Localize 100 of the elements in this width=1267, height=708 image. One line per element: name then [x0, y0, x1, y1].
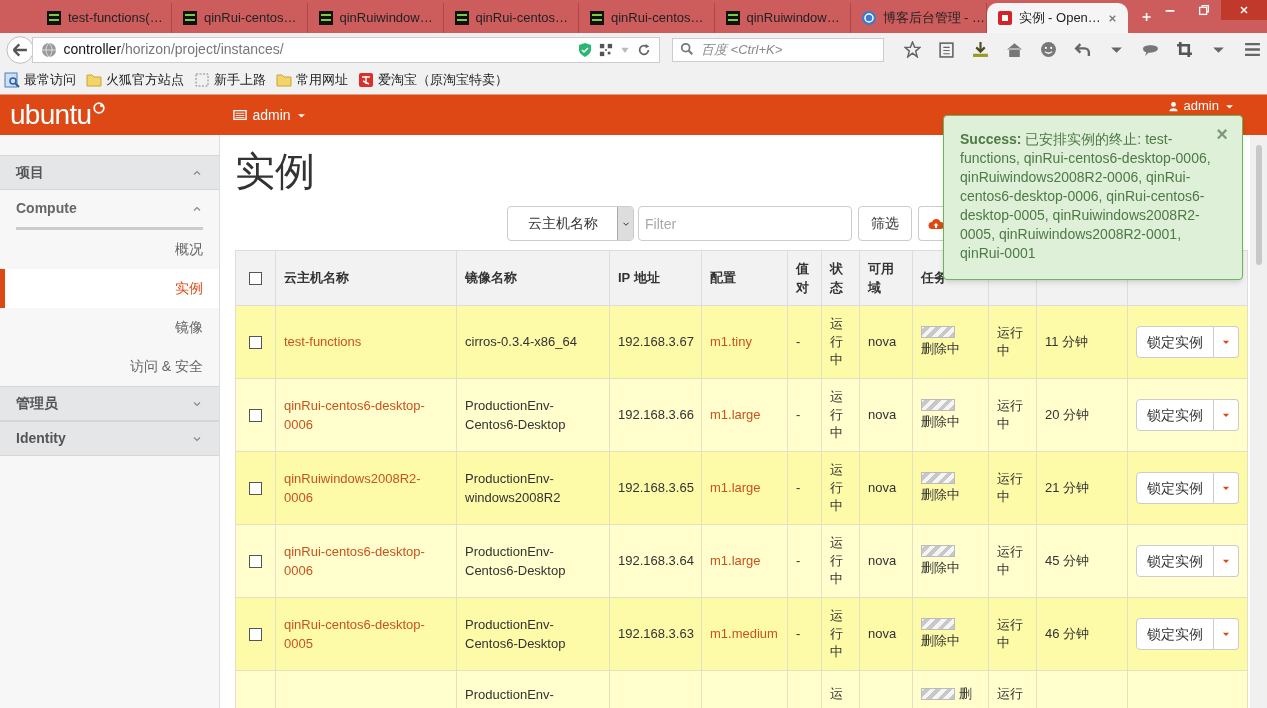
checkbox[interactable] — [249, 271, 262, 285]
status-text: 运行中 — [830, 387, 843, 443]
table-cell-text: - — [796, 406, 802, 425]
table-icon — [233, 108, 248, 122]
bookmark-item[interactable]: 火狐官方站点 — [86, 70, 184, 90]
sidebar-section[interactable]: 项目 — [0, 155, 219, 190]
checkbox[interactable] — [249, 481, 262, 495]
column-header: 云主机名称 — [275, 250, 457, 306]
terminal-icon — [453, 10, 470, 26]
bookmark-item[interactable]: 常用网址 — [276, 70, 348, 90]
menu-icon[interactable] — [1244, 41, 1261, 58]
table-cell-text: 45 分钟 — [1045, 552, 1091, 571]
bookmark-item[interactable]: 新手上路 — [194, 70, 266, 90]
globe-icon — [41, 41, 58, 58]
status-text: 运行中 — [830, 460, 843, 516]
status-text: 运 — [830, 685, 843, 703]
column-header: 可用域 — [859, 250, 913, 306]
bookmark-item[interactable]: 爱淘宝（原淘宝特卖） — [358, 70, 508, 90]
circle-logo-icon — [92, 101, 107, 115]
table-cell-text: 11 分钟 — [1045, 333, 1090, 352]
lock-instance-button[interactable]: 锁定实例 — [1136, 399, 1214, 431]
filter-select[interactable]: 云主机名称 — [507, 206, 634, 241]
table-cell-text: - — [796, 333, 802, 352]
table-cell-text: nova — [868, 406, 898, 425]
task-text: 删除中 — [921, 485, 960, 504]
qr-code-icon[interactable] — [599, 42, 613, 57]
table-cell-text: ProductionEnv- — [465, 686, 555, 704]
clipboard-icon[interactable] — [938, 41, 955, 58]
crop-icon[interactable] — [1176, 41, 1193, 58]
table-cell-text: nova — [868, 625, 898, 644]
power-state-text: 运行中 — [997, 323, 1023, 360]
url-host: controller — [63, 40, 122, 59]
browser-tab[interactable]: 实例 - Open… — [986, 3, 1128, 33]
table-cell-text: 192.168.3.65 — [618, 479, 693, 498]
task-text: 删 — [959, 685, 972, 703]
table-cell-text: 192.168.3.67 — [618, 333, 693, 352]
checkbox[interactable] — [249, 335, 262, 349]
close-icon[interactable] — [1238, 4, 1250, 16]
sidebar-section[interactable]: Identity — [0, 421, 219, 456]
sidebar-item[interactable]: 镜像 — [0, 308, 219, 347]
sidebar-group[interactable]: Compute — [16, 190, 203, 230]
bookmark-item[interactable]: 最常访问 — [4, 70, 76, 90]
smiley-icon[interactable] — [1040, 41, 1057, 58]
url-path: /horizon/project/instances/ — [121, 40, 284, 59]
terminal-icon — [182, 10, 198, 26]
table-cell-text: ProductionEnv-Centos6-Desktop — [465, 615, 567, 653]
terminal-icon — [317, 10, 334, 26]
table-cell-text: cirros-0.3.4-x86_64 — [465, 333, 578, 352]
column-header: 状态 — [821, 250, 860, 306]
table-cell-text: ProductionEnv-Centos6-Desktop — [465, 542, 567, 580]
power-state-text: 运行中 — [997, 542, 1023, 579]
sidebar-item[interactable]: 概况 — [0, 230, 219, 269]
task-text: 删除中 — [921, 339, 960, 358]
checkbox[interactable] — [249, 554, 262, 568]
address-bar[interactable]: controller/horizon/project/instances/ — [32, 36, 660, 63]
home-icon[interactable] — [1006, 41, 1023, 58]
star-icon[interactable] — [904, 41, 921, 58]
tag-icon — [358, 72, 374, 88]
project-dropdown[interactable]: admin — [233, 104, 307, 126]
table-cell-text: 46 分钟 — [1045, 625, 1091, 644]
table-cell-text: 21 分钟 — [1045, 479, 1091, 498]
lock-instance-button[interactable]: 锁定实例 — [1136, 545, 1214, 577]
sidebar-section[interactable]: 管理员 — [0, 386, 219, 421]
terminal-icon — [724, 10, 741, 26]
table-cell-text: 192.168.3.63 — [618, 625, 693, 644]
back-button[interactable] — [6, 34, 35, 65]
power-state-text: 运行中 — [997, 615, 1023, 652]
lock-instance-button[interactable]: 锁定实例 — [1136, 618, 1214, 650]
restore-icon[interactable] — [1197, 3, 1211, 17]
search-field[interactable]: 百度 <Ctrl+K> — [672, 37, 884, 62]
shield-icon[interactable] — [577, 41, 593, 58]
folder-icon — [276, 72, 292, 88]
lock-instance-button[interactable]: 锁定实例 — [1136, 472, 1214, 504]
sidebar-item[interactable]: 实例 — [0, 269, 219, 308]
column-header: IP 地址 — [609, 250, 702, 306]
download-icon[interactable] — [972, 41, 989, 58]
search-icon — [4, 72, 20, 88]
checkbox[interactable] — [249, 408, 262, 422]
task-text: 删除中 — [921, 412, 960, 431]
user-dropdown[interactable]: admin — [1167, 98, 1235, 114]
status-text: 运行中 — [830, 314, 843, 370]
undo-icon[interactable] — [1074, 41, 1091, 58]
sidebar-item[interactable]: 访问 & 安全 — [0, 347, 219, 386]
scrollbar[interactable] — [1250, 135, 1267, 708]
status-text: 运行中 — [830, 533, 843, 589]
circle-icon — [860, 10, 877, 26]
checkbox[interactable] — [249, 627, 262, 641]
filter-button[interactable]: 筛选 — [858, 206, 912, 241]
column-header: 值对 — [787, 250, 822, 306]
table-cell-text: ProductionEnv-windows2008R2 — [465, 469, 562, 507]
table-cell-text: nova — [868, 333, 898, 352]
reload-icon[interactable] — [637, 42, 651, 57]
lock-instance-button[interactable]: 锁定实例 — [1136, 326, 1214, 358]
filter-field[interactable]: Filter — [638, 206, 852, 241]
task-text: 删除中 — [921, 631, 960, 650]
table-cell-text: ProductionEnv-Centos6-Desktop — [465, 396, 567, 434]
search-icon — [680, 42, 694, 57]
status-text: 运行中 — [830, 606, 843, 662]
table-cell-text: - — [796, 552, 802, 571]
folder-icon — [86, 72, 102, 88]
